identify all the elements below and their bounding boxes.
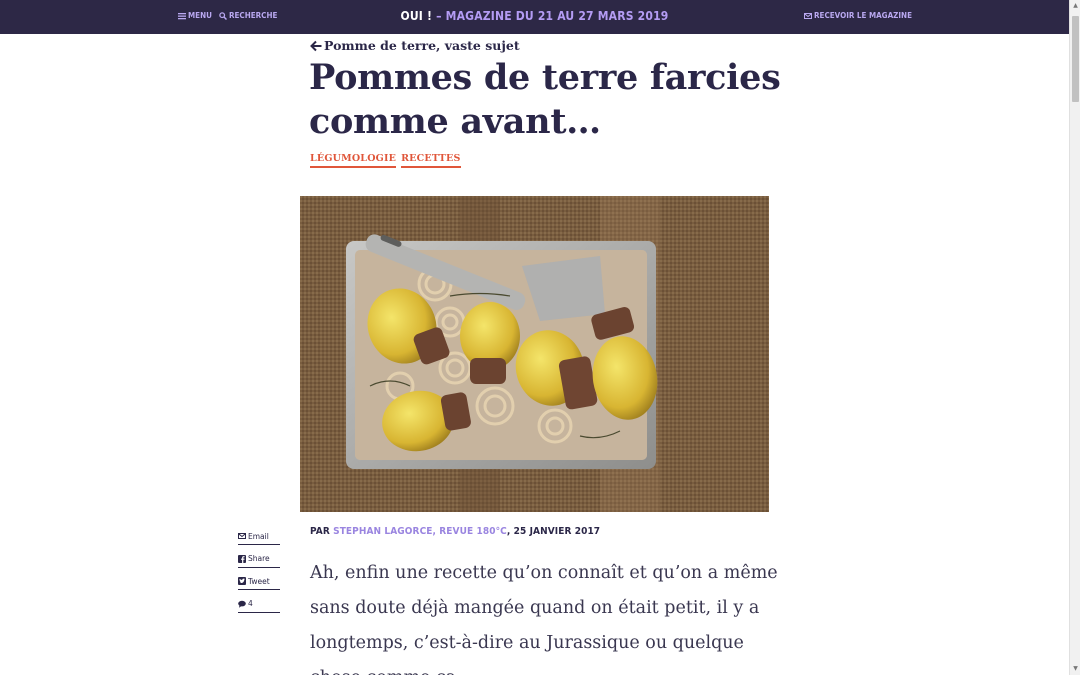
share-twitter-button[interactable]: Tweet [238,572,280,590]
scrollbar-thumb[interactable] [1072,16,1079,102]
article-body: Ah, enfin une recette qu’on connaît et q… [310,563,778,675]
facebook-icon [238,554,246,563]
tag-recettes[interactable]: RECETTES [401,153,461,168]
subscribe-button[interactable]: RECEVOIR LE MAGAZINE [804,11,912,20]
issue-label: – MAGAZINE DU 21 AU 27 MARS 2019 [436,9,669,23]
top-bar: MENU RECHERCHE OUI ! – MAGAZINE DU 21 AU… [0,0,1069,34]
back-link[interactable]: Pomme de terre, vaste sujet [310,38,520,53]
scroll-down-arrow-icon[interactable]: ▼ [1072,665,1079,673]
brand-name: OUI ! [400,9,433,23]
share-twitter-label: Tweet [248,576,270,586]
scroll-up-arrow-icon[interactable]: ▲ [1072,2,1079,10]
back-link-label: Pomme de terre, vaste sujet [324,38,520,53]
stuffed-potatoes-image [300,196,769,512]
envelope-icon [804,12,812,19]
top-bar-right: RECEVOIR LE MAGAZINE [804,11,912,22]
share-email-label: Email [248,531,269,541]
vertical-scrollbar[interactable]: ▲ ▼ [1069,0,1080,675]
share-facebook-button[interactable]: Share [238,550,280,568]
envelope-icon [238,533,246,539]
tag-list: LÉGUMOLOGIE RECETTES [310,153,461,168]
twitter-icon [238,577,246,585]
hero-photo [300,196,769,512]
comments-button[interactable]: 4 [238,595,280,613]
byline: PAR STEPHAN LAGORCE, REVUE 180°C, 25 JAN… [310,526,600,537]
comment-bubble-icon [238,600,246,608]
share-sidebar: Email Share Tweet 4 [238,527,280,617]
share-email-button[interactable]: Email [238,527,280,545]
author-link[interactable]: STEPHAN LAGORCE, REVUE 180°C [333,526,507,537]
arrow-left-icon [310,40,322,51]
article-title: Pommes de terre farcies comme avant… [309,57,781,142]
comments-count: 4 [248,599,253,608]
byline-prefix: PAR [310,526,330,537]
publish-date: , 25 JANVIER 2017 [506,526,601,537]
share-facebook-label: Share [248,554,270,563]
tag-legumologie[interactable]: LÉGUMOLOGIE [310,153,397,168]
subscribe-label: RECEVOIR LE MAGAZINE [814,11,912,20]
